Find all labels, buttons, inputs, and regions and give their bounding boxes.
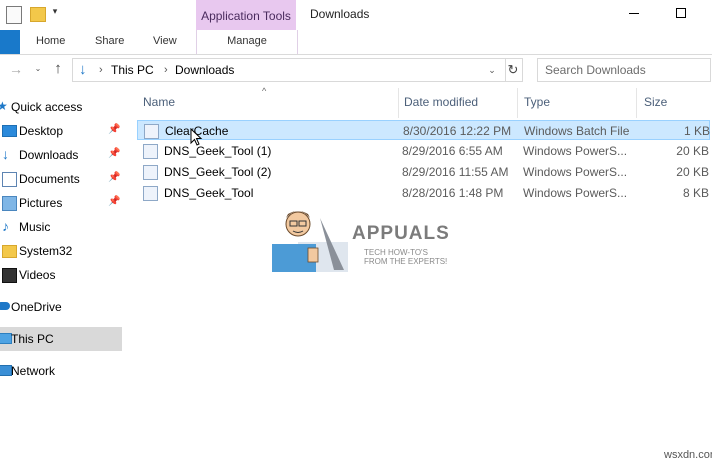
recent-locations-dropdown-icon[interactable]: ⌄ xyxy=(30,59,46,79)
powershell-file-icon xyxy=(143,144,158,159)
nav-downloads[interactable]: ↓ Downloads 📌 xyxy=(0,143,122,167)
watermark-tagline: TECH HOW-TO'S FROM THE EXPERTS! xyxy=(364,248,448,266)
pin-icon: 📌 xyxy=(108,172,121,183)
tab-share[interactable]: Share xyxy=(95,30,124,54)
maximize-button[interactable] xyxy=(672,6,690,20)
column-divider[interactable] xyxy=(398,88,399,118)
address-history-dropdown-icon[interactable]: ⌄ xyxy=(485,62,499,78)
batch-file-icon xyxy=(144,124,159,139)
nav-music[interactable]: ♪ Music xyxy=(0,215,122,239)
powershell-file-icon xyxy=(143,165,158,180)
file-row-clearcache[interactable]: ClearCache 8/30/2016 12:22 PM Windows Ba… xyxy=(137,120,710,140)
column-header-date-modified[interactable]: Date modified xyxy=(404,90,478,114)
star-icon: ★ xyxy=(0,99,8,113)
maximize-icon xyxy=(676,8,686,18)
tab-home[interactable]: Home xyxy=(36,30,65,54)
music-icon: ♪ xyxy=(2,218,9,234)
nav-onedrive[interactable]: OneDrive xyxy=(0,295,122,319)
site-watermark: wsxdn.com xyxy=(664,449,712,461)
refresh-button[interactable]: ↻ xyxy=(504,58,523,82)
breadcrumb-separator-icon: › xyxy=(99,64,103,76)
column-divider[interactable] xyxy=(636,88,637,118)
nav-pictures[interactable]: Pictures 📌 xyxy=(0,191,122,215)
appuals-mascot-icon xyxy=(272,211,348,272)
address-bar[interactable]: ↓ › This PC › Downloads ⌄ xyxy=(72,58,506,82)
cloud-icon xyxy=(0,302,10,310)
title-bar: ▾ Application Tools Downloads xyxy=(0,0,712,30)
search-placeholder: Search Downloads xyxy=(545,63,646,77)
pictures-icon xyxy=(2,196,17,211)
minimize-icon xyxy=(629,13,639,14)
desktop-icon xyxy=(2,125,17,137)
file-row-dns-geek-tool-2[interactable]: DNS_Geek_Tool (2) 8/29/2016 11:55 AM Win… xyxy=(137,162,710,182)
documents-icon xyxy=(2,172,17,187)
downloads-location-icon: ↓ xyxy=(79,61,87,78)
address-row: → ⌄ ↑ ↓ › This PC › Downloads ⌄ ↻ Search… xyxy=(0,55,712,85)
appuals-watermark: APPUALS TECH HOW-TO'S FROM THE EXPERTS! xyxy=(268,200,449,272)
customize-quick-access-dropdown-icon[interactable]: ▾ xyxy=(50,6,60,20)
powershell-file-icon xyxy=(143,186,158,201)
navigation-pane: ★ Quick access Desktop 📌 ↓ Downloads 📌 D… xyxy=(0,88,124,464)
tab-manage[interactable]: Manage xyxy=(196,30,298,54)
application-tools-context-tab: Application Tools xyxy=(196,0,296,30)
pin-icon: 📌 xyxy=(108,196,121,207)
breadcrumb-this-pc[interactable]: This PC xyxy=(111,62,154,78)
column-divider[interactable] xyxy=(517,88,518,118)
mouse-cursor-icon xyxy=(190,128,203,146)
properties-icon[interactable] xyxy=(6,6,22,24)
pin-icon: 📌 xyxy=(108,124,121,135)
column-header-size[interactable]: Size xyxy=(644,90,667,114)
videos-icon xyxy=(2,268,17,283)
ribbon-tab-bar: Home Share View Manage xyxy=(0,30,712,55)
pin-icon: 📌 xyxy=(108,148,121,159)
breadcrumb-downloads[interactable]: Downloads xyxy=(175,62,234,78)
watermark-brand-text: APPUALS xyxy=(352,223,450,244)
nav-desktop[interactable]: Desktop 📌 xyxy=(0,119,122,143)
nav-quick-access[interactable]: ★ Quick access xyxy=(0,95,122,119)
column-header-name[interactable]: Name xyxy=(143,90,175,114)
file-list-pane: ^ Name Date modified Type Size ClearCach… xyxy=(124,86,712,464)
file-row-dns-geek-tool-1[interactable]: DNS_Geek_Tool (1) 8/29/2016 6:55 AM Wind… xyxy=(137,141,710,161)
nav-this-pc[interactable]: This PC xyxy=(0,327,122,351)
folder-icon xyxy=(2,245,17,258)
tab-file[interactable] xyxy=(0,30,20,54)
search-input[interactable]: Search Downloads xyxy=(537,58,711,82)
minimize-button[interactable] xyxy=(625,6,643,20)
tab-view[interactable]: View xyxy=(153,30,177,54)
nav-network[interactable]: Network xyxy=(0,359,122,383)
nav-system32[interactable]: System32 xyxy=(0,239,122,263)
column-header-type[interactable]: Type xyxy=(524,90,550,114)
new-folder-icon[interactable] xyxy=(30,7,46,22)
forward-button[interactable]: → xyxy=(8,59,24,79)
nav-documents[interactable]: Documents 📌 xyxy=(0,167,122,191)
nav-videos[interactable]: Videos xyxy=(0,263,122,287)
downloads-icon: ↓ xyxy=(2,146,9,162)
breadcrumb-separator-icon: › xyxy=(164,64,168,76)
window-title: Downloads xyxy=(310,7,370,21)
sort-ascending-icon: ^ xyxy=(262,86,267,96)
up-button[interactable]: ↑ xyxy=(50,59,66,79)
